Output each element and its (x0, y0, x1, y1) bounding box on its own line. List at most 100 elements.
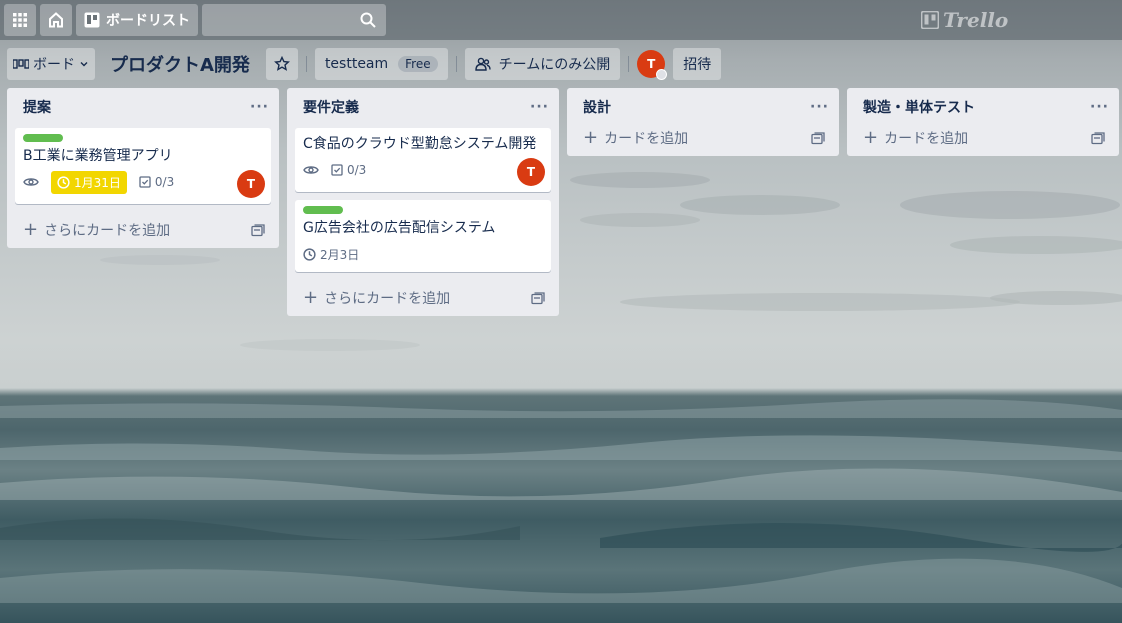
list-menu-icon[interactable]: ··· (810, 99, 829, 115)
card-badges: 1月31日 0/3 (23, 170, 263, 194)
list-title[interactable]: 設計 (583, 97, 611, 117)
card[interactable]: B工業に業務管理アプリ 1月31日 0/3 T (15, 128, 271, 204)
board-icon (84, 12, 100, 28)
list-header[interactable]: 要件定義 ··· (287, 88, 559, 126)
add-card-text: + さらにカードを追加 (303, 288, 450, 308)
divider (628, 56, 630, 72)
eye-icon (303, 166, 319, 174)
plus-icon: + (303, 287, 319, 308)
add-card-label: カードを追加 (884, 131, 969, 147)
card-badges: 0/3 (303, 158, 543, 182)
list-menu-icon[interactable]: ··· (530, 99, 549, 115)
board-view-icon (13, 59, 29, 69)
clock-icon (303, 247, 316, 261)
list-title[interactable]: 要件定義 (303, 97, 359, 117)
checklist-count: 0/3 (347, 163, 367, 177)
add-card-label: カードを追加 (604, 131, 689, 147)
list-title[interactable]: 提案 (23, 97, 51, 117)
watch-badge (23, 176, 39, 188)
trello-logo-icon (921, 11, 939, 29)
plus-icon: + (863, 127, 879, 148)
plan-badge: Free (398, 56, 438, 72)
watch-badge (303, 164, 319, 176)
due-date: 2月3日 (320, 247, 360, 262)
invite-button[interactable]: 招待 (673, 48, 722, 80)
list-proposal: 提案 ··· B工業に業務管理アプリ 1月31日 0/3 T + さらにカードを… (7, 88, 279, 248)
list-build-unit-test: 製造・単体テスト ··· + カードを追加 (847, 88, 1119, 156)
team-name: testteam (324, 56, 389, 72)
top-header: ボードリスト Trello (0, 0, 1122, 40)
visibility-label: チームにのみ公開 (498, 57, 611, 73)
team-visibility-icon (474, 57, 491, 71)
due-date-badge[interactable]: 2月3日 (303, 246, 359, 263)
logo-text: Trello (943, 8, 1009, 32)
card-label-green[interactable] (303, 206, 343, 214)
invite-label: 招待 (683, 57, 712, 73)
list-title[interactable]: 製造・単体テスト (863, 97, 975, 117)
star-icon (273, 56, 290, 71)
home-button[interactable] (40, 4, 72, 36)
apps-button[interactable] (4, 4, 36, 36)
list-design: 設計 ··· + カードを追加 (567, 88, 839, 156)
chevron-down-icon (80, 62, 88, 67)
add-card-label: さらにカードを追加 (44, 223, 171, 239)
list-menu-icon[interactable]: ··· (250, 99, 269, 115)
background-sea (0, 399, 1122, 603)
trello-logo[interactable]: Trello (921, 8, 1008, 32)
card-member-avatar[interactable]: T (517, 158, 545, 186)
card-title: C食品のクラウド型勤怠システム開発 (303, 136, 537, 152)
board-switcher-button[interactable]: ボード (7, 48, 95, 80)
team-button[interactable]: testteam Free (314, 48, 448, 80)
plus-icon: + (23, 219, 39, 240)
add-card-text: + さらにカードを追加 (23, 220, 170, 240)
card-label-green[interactable] (23, 134, 63, 142)
visibility-button[interactable]: チームにのみ公開 (464, 48, 621, 80)
star-button[interactable] (265, 48, 298, 80)
board-header: ボード プロダクトA開発 testteam Free チームにのみ公開 T 招待 (0, 44, 1122, 84)
plus-icon: + (583, 127, 599, 148)
list-requirements: 要件定義 ··· C食品のクラウド型勤怠システム開発 0/3 T G広告会社の広… (287, 88, 559, 316)
board-switcher-label: ボード (33, 57, 75, 73)
card-template-icon[interactable] (811, 131, 825, 145)
add-card-text: + カードを追加 (583, 128, 688, 148)
boards-button[interactable]: ボードリスト (76, 4, 198, 36)
due-date: 1月31日 (74, 175, 121, 190)
card-template-icon[interactable] (251, 223, 265, 237)
checklist-badge: 0/3 (331, 163, 366, 177)
checklist-count: 0/3 (154, 175, 175, 189)
card[interactable]: G広告会社の広告配信システム 2月3日 (295, 200, 551, 272)
eye-icon (23, 178, 39, 186)
list-header[interactable]: 提案 ··· (7, 88, 279, 126)
divider (455, 56, 457, 72)
checklist-icon (331, 164, 343, 176)
card-title: G広告会社の広告配信システム (303, 220, 496, 236)
list-menu-icon[interactable]: ··· (1090, 99, 1109, 115)
add-card-button[interactable]: + さらにカードを追加 (7, 212, 279, 248)
add-card-label: さらにカードを追加 (324, 291, 451, 307)
board-title[interactable]: プロダクトA開発 (110, 51, 250, 77)
checklist-icon (139, 176, 151, 188)
card-title: B工業に業務管理アプリ (23, 148, 173, 164)
clock-icon (57, 175, 70, 189)
member-avatar[interactable]: T (637, 50, 668, 80)
card-template-icon[interactable] (531, 291, 545, 305)
grid-icon (13, 13, 27, 27)
member-initial: T (246, 177, 256, 191)
add-card-button[interactable]: + カードを追加 (567, 120, 839, 156)
card-member-avatar[interactable]: T (237, 170, 265, 198)
divider (305, 56, 307, 72)
checklist-badge: 0/3 (139, 175, 174, 189)
card-template-icon[interactable] (1091, 131, 1105, 145)
member-initial: T (647, 57, 656, 71)
boards-label: ボードリスト (106, 13, 190, 29)
add-card-text: + カードを追加 (863, 128, 968, 148)
card[interactable]: C食品のクラウド型勤怠システム開発 0/3 T (295, 128, 551, 192)
search-icon (360, 12, 376, 28)
search-input[interactable] (202, 4, 386, 36)
admin-chevron-icon (656, 69, 668, 80)
add-card-button[interactable]: + さらにカードを追加 (287, 280, 559, 316)
add-card-button[interactable]: + カードを追加 (847, 120, 1119, 156)
home-icon (49, 12, 63, 28)
card-badges: 2月3日 (303, 242, 543, 266)
due-date-badge[interactable]: 1月31日 (51, 170, 127, 194)
